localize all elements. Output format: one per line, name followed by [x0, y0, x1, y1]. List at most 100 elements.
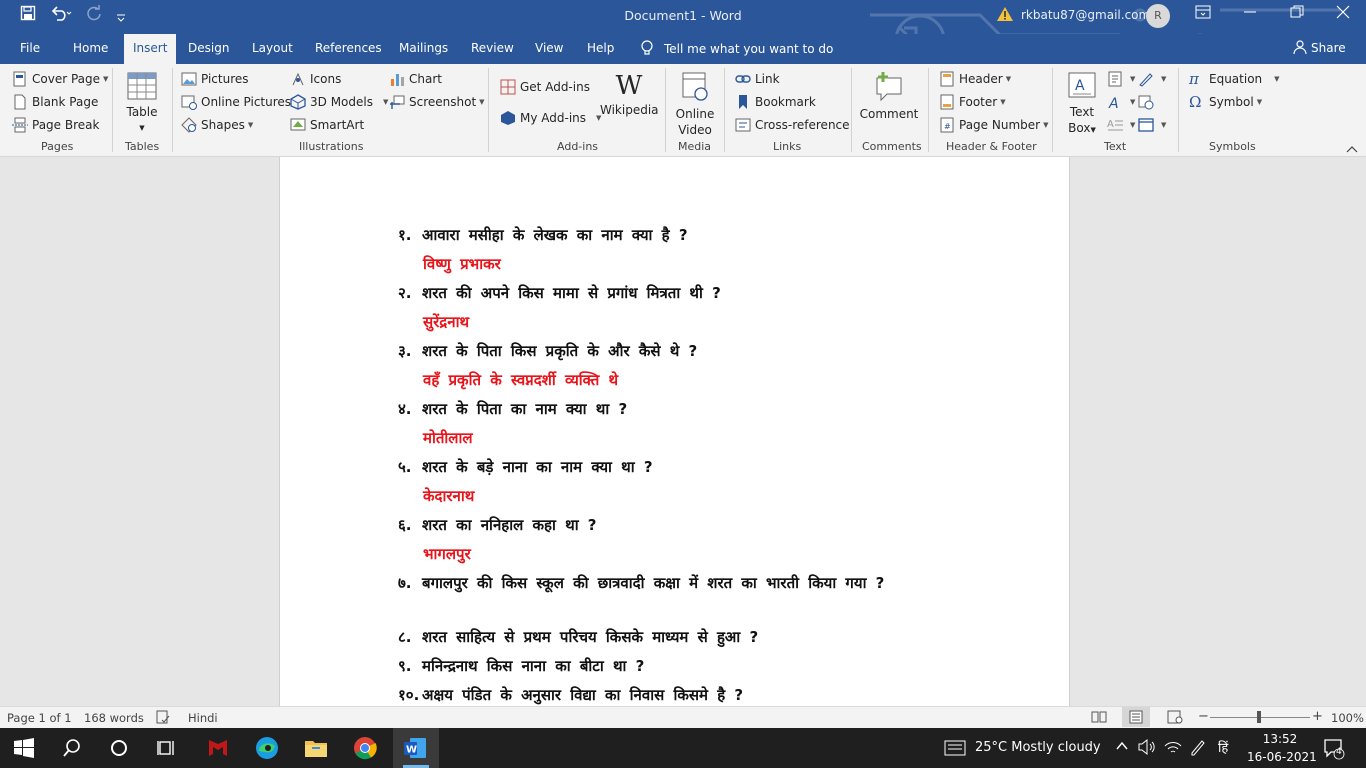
zoom-in-button[interactable]: + [1312, 709, 1323, 724]
answer-line[interactable]: भागलपुर [423, 544, 471, 564]
text-box-button[interactable]: A Text Box▼ [1062, 70, 1102, 138]
screenshot-button[interactable]: Screenshot ▼ [389, 94, 485, 110]
answer-line[interactable]: केदारनाथ [423, 486, 474, 506]
clock-date[interactable]: 16-06-2021 [1247, 750, 1317, 764]
cortana-icon[interactable] [109, 736, 133, 760]
date-time-button[interactable] [1138, 94, 1158, 110]
pictures-button[interactable]: Pictures [181, 71, 249, 87]
collapse-ribbon-icon[interactable] [1346, 142, 1358, 156]
weather-icon[interactable] [944, 739, 968, 763]
signature-line-button[interactable]: ▼ [1138, 71, 1166, 87]
network-icon[interactable] [1163, 738, 1187, 762]
comment-button[interactable]: Comment [858, 70, 920, 122]
smartart-button[interactable]: SmartArt [290, 117, 364, 133]
account-email[interactable]: rkbatu87@gmail.com [1021, 8, 1150, 22]
clock-time[interactable]: 13:52 [1251, 732, 1309, 746]
pen-icon[interactable] [1189, 738, 1213, 762]
quick-parts-button[interactable]: ▼ [1107, 71, 1135, 87]
tab-review[interactable]: Review [471, 41, 514, 55]
wikipedia-button[interactable]: W Wikipedia [600, 70, 659, 118]
equation-button[interactable]: π Equation ▼ [1189, 71, 1280, 87]
avatar[interactable]: R [1146, 4, 1170, 28]
minimize-button[interactable] [1243, 5, 1265, 25]
language-indicator[interactable]: Hindi [188, 711, 218, 725]
question-line[interactable]: ८. शरत साहित्य से प्रथम परिचय किसके माध्य… [398, 627, 758, 647]
search-icon[interactable] [62, 736, 86, 760]
question-line[interactable]: ७. बगालपुर की किस स्कूल की छात्रवादी कक्ष… [398, 573, 884, 593]
cross-reference-button[interactable]: Cross-reference [735, 117, 850, 133]
weather-text[interactable]: 25°C Mostly cloudy [975, 740, 1101, 755]
answer-line[interactable]: सुरेंद्रनाथ [423, 312, 469, 332]
question-line[interactable]: १०. अक्षय पंडित के अनुसार विद्या का निवास… [398, 685, 743, 705]
print-layout-icon[interactable] [1129, 710, 1143, 727]
tab-file[interactable]: File [20, 41, 40, 55]
question-line[interactable]: ९. मनिन्द्रनाथ किस नाना का बीटा था ? [398, 656, 644, 676]
tab-mailings[interactable]: Mailings [399, 41, 448, 55]
tab-design[interactable]: Design [188, 41, 229, 55]
tab-insert[interactable]: Insert [124, 34, 177, 64]
tab-view[interactable]: View [535, 41, 563, 55]
mcafee-icon[interactable] [206, 736, 230, 760]
tab-home[interactable]: Home [73, 41, 108, 55]
3d-models-button[interactable]: 3D Models ▼ [290, 94, 388, 110]
cover-page-button[interactable]: Cover Page ▼ [12, 71, 108, 87]
undo-icon[interactable] [50, 5, 72, 25]
action-center-icon[interactable] [1322, 736, 1346, 760]
input-language[interactable]: हिं [1218, 738, 1228, 756]
question-line[interactable]: ६. शरत का ननिहाल कहा था ? [398, 515, 597, 535]
windows-start-icon[interactable] [14, 736, 38, 760]
online-pictures-button[interactable]: Online Pictures [181, 94, 291, 110]
redo-icon[interactable] [86, 5, 102, 25]
volume-icon[interactable] [1138, 738, 1162, 762]
bookmark-button[interactable]: Bookmark [735, 94, 816, 110]
header-button[interactable]: Header ▼ [939, 71, 1011, 87]
icons-button[interactable]: Icons [290, 71, 341, 87]
blank-page-button[interactable]: Blank Page [12, 94, 98, 110]
ribbon-display-options-icon[interactable] [1195, 5, 1217, 25]
question-line[interactable]: २. शरत की अपने किस मामा से प्रगांध मित्रत… [398, 283, 721, 303]
file-explorer-icon[interactable] [304, 736, 328, 760]
object-button[interactable]: ▼ [1138, 117, 1166, 133]
zoom-out-button[interactable]: − [1198, 709, 1209, 724]
drop-cap-button[interactable]: A ▼ [1107, 117, 1135, 133]
task-view-icon[interactable] [157, 736, 181, 760]
tell-me-search[interactable]: Tell me what you want to do [640, 40, 833, 56]
question-line[interactable]: ४. शरत के पिता का नाम क्या था ? [398, 399, 627, 419]
question-line[interactable]: ५. शरत के बड़े नाना का नाम क्या था ? [398, 457, 653, 477]
document-page[interactable]: १. आवारा मसीहा के लेखक का नाम क्या है ? वि… [279, 157, 1070, 706]
wordart-button[interactable]: A ▼ [1107, 94, 1135, 112]
tab-layout[interactable]: Layout [252, 41, 293, 55]
zoom-slider-thumb[interactable] [1257, 711, 1261, 723]
save-icon[interactable] [20, 5, 36, 25]
question-line[interactable]: १. आवारा मसीहा के लेखक का नाम क्या है ? [398, 225, 688, 245]
customize-quick-access-icon[interactable] [116, 9, 126, 27]
page-break-button[interactable]: Page Break [12, 117, 99, 133]
link-button[interactable]: Link [735, 71, 780, 87]
tab-help[interactable]: Help [587, 41, 614, 55]
question-line[interactable]: ३. शरत के पिता किस प्रकृति के और कैसे थे … [398, 341, 697, 361]
footer-button[interactable]: Footer ▼ [939, 94, 1006, 110]
zoom-level[interactable]: 100% [1331, 711, 1364, 725]
proofing-icon[interactable] [156, 710, 170, 727]
shapes-button[interactable]: Shapes ▼ [181, 117, 253, 133]
table-button[interactable]: Table ▼ [124, 72, 160, 136]
online-video-button[interactable]: Online Video [673, 70, 717, 138]
restore-button[interactable] [1290, 5, 1312, 25]
share-button[interactable]: Share [1293, 40, 1346, 55]
edge-browser-icon[interactable] [255, 736, 279, 760]
web-layout-icon[interactable] [1167, 710, 1183, 727]
word-app-icon[interactable]: W [403, 736, 427, 760]
chrome-browser-icon[interactable] [353, 736, 377, 760]
page-number-button[interactable]: # Page Number ▼ [939, 117, 1048, 133]
answer-line[interactable]: विष्णु प्रभाकर [423, 254, 501, 274]
show-hidden-icons-icon[interactable] [1115, 740, 1139, 764]
word-count[interactable]: 168 words [84, 711, 144, 725]
warning-icon[interactable] [996, 6, 1014, 22]
tab-references[interactable]: References [315, 41, 382, 55]
symbol-button[interactable]: Ω Symbol ▼ [1189, 94, 1262, 110]
get-addins-button[interactable]: Get Add-ins [500, 79, 590, 95]
close-button[interactable] [1336, 5, 1358, 25]
chart-button[interactable]: Chart [389, 71, 442, 87]
answer-line[interactable]: मोतीलाल [423, 428, 473, 448]
answer-line[interactable]: वहँ प्रकृति के स्वप्नदर्शी व्यक्ति थे [423, 370, 618, 390]
